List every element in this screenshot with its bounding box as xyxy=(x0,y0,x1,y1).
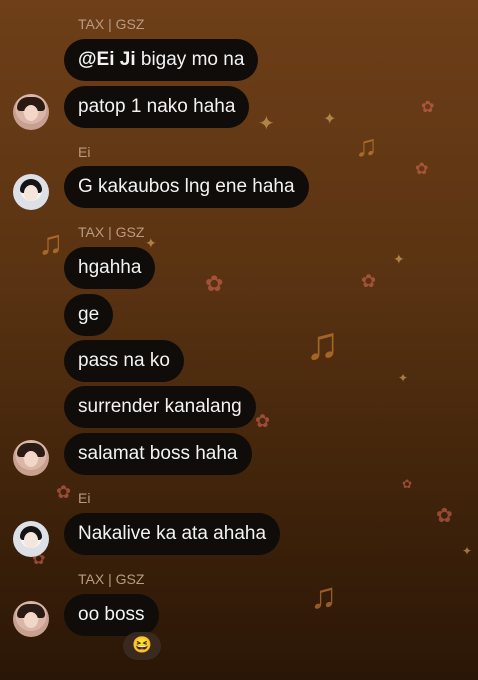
sender-name: TAX | GSZ xyxy=(78,571,145,587)
music-note-icon: ♫ xyxy=(310,575,337,616)
reaction-badge[interactable]: 😆 xyxy=(123,632,161,660)
sparkle-icon: ✦ xyxy=(398,371,409,385)
sparkle-icon: ✦ xyxy=(323,111,337,128)
flower-icon: ✿ xyxy=(421,99,435,116)
message-text: hgahha xyxy=(78,257,142,278)
flower-icon: ✿ xyxy=(255,411,271,431)
message-bubble[interactable]: salamat boss haha xyxy=(64,433,252,475)
message-text: patop 1 nako haha xyxy=(78,96,236,117)
avatar[interactable] xyxy=(13,601,49,637)
message-text: surrender kanalang xyxy=(78,396,242,417)
message-bubble[interactable]: hgahha xyxy=(64,247,156,289)
avatar[interactable] xyxy=(13,174,49,210)
message-bubble[interactable]: patop 1 nako haha xyxy=(64,86,250,128)
flower-icon: ✿ xyxy=(56,482,72,502)
sparkle-icon: ✦ xyxy=(145,235,157,251)
sparkle-icon: ✦ xyxy=(462,544,473,558)
message-text: G kakaubos lng ene haha xyxy=(78,176,295,197)
flower-icon: ✿ xyxy=(402,477,413,491)
message-text: oo boss xyxy=(78,604,145,625)
message-text: Nakalive ka ata ahaha xyxy=(78,523,267,544)
message-text: bigay mo na xyxy=(135,49,245,70)
sender-name: TAX | GSZ xyxy=(78,16,145,32)
message-bubble[interactable]: surrender kanalang xyxy=(64,386,256,428)
mention-link[interactable]: @Ei Ji xyxy=(78,49,136,70)
avatar[interactable] xyxy=(13,521,49,557)
sender-name: TAX | GSZ xyxy=(78,224,145,240)
sparkle-icon: ✦ xyxy=(258,113,275,135)
message-text: ge xyxy=(78,304,100,325)
flower-icon: ✿ xyxy=(361,271,377,291)
message-bubble[interactable]: @Ei Ji bigay mo na xyxy=(64,39,259,81)
music-note-icon: ♫ xyxy=(305,317,340,369)
sender-name: Ei xyxy=(78,144,91,160)
message-bubble[interactable]: G kakaubos lng ene haha xyxy=(64,166,309,208)
message-bubble[interactable]: oo boss xyxy=(64,594,159,636)
laughing-emoji-icon: 😆 xyxy=(132,637,152,654)
avatar[interactable] xyxy=(13,440,49,476)
flower-icon: ✿ xyxy=(205,271,224,296)
sparkle-icon: ✦ xyxy=(393,251,405,267)
flower-icon: ✿ xyxy=(415,161,429,178)
message-bubble[interactable]: Nakalive ka ata ahaha xyxy=(64,513,281,555)
flower-icon: ✿ xyxy=(436,505,453,527)
message-bubble[interactable]: ge xyxy=(64,294,114,336)
avatar[interactable] xyxy=(13,94,49,130)
message-bubble[interactable]: pass na ko xyxy=(64,340,184,382)
message-text: pass na ko xyxy=(78,350,170,371)
music-note-icon: ♫ xyxy=(38,224,64,262)
music-note-icon: ♫ xyxy=(355,130,378,163)
message-text: salamat boss haha xyxy=(78,443,238,464)
sender-name: Ei xyxy=(78,490,91,506)
